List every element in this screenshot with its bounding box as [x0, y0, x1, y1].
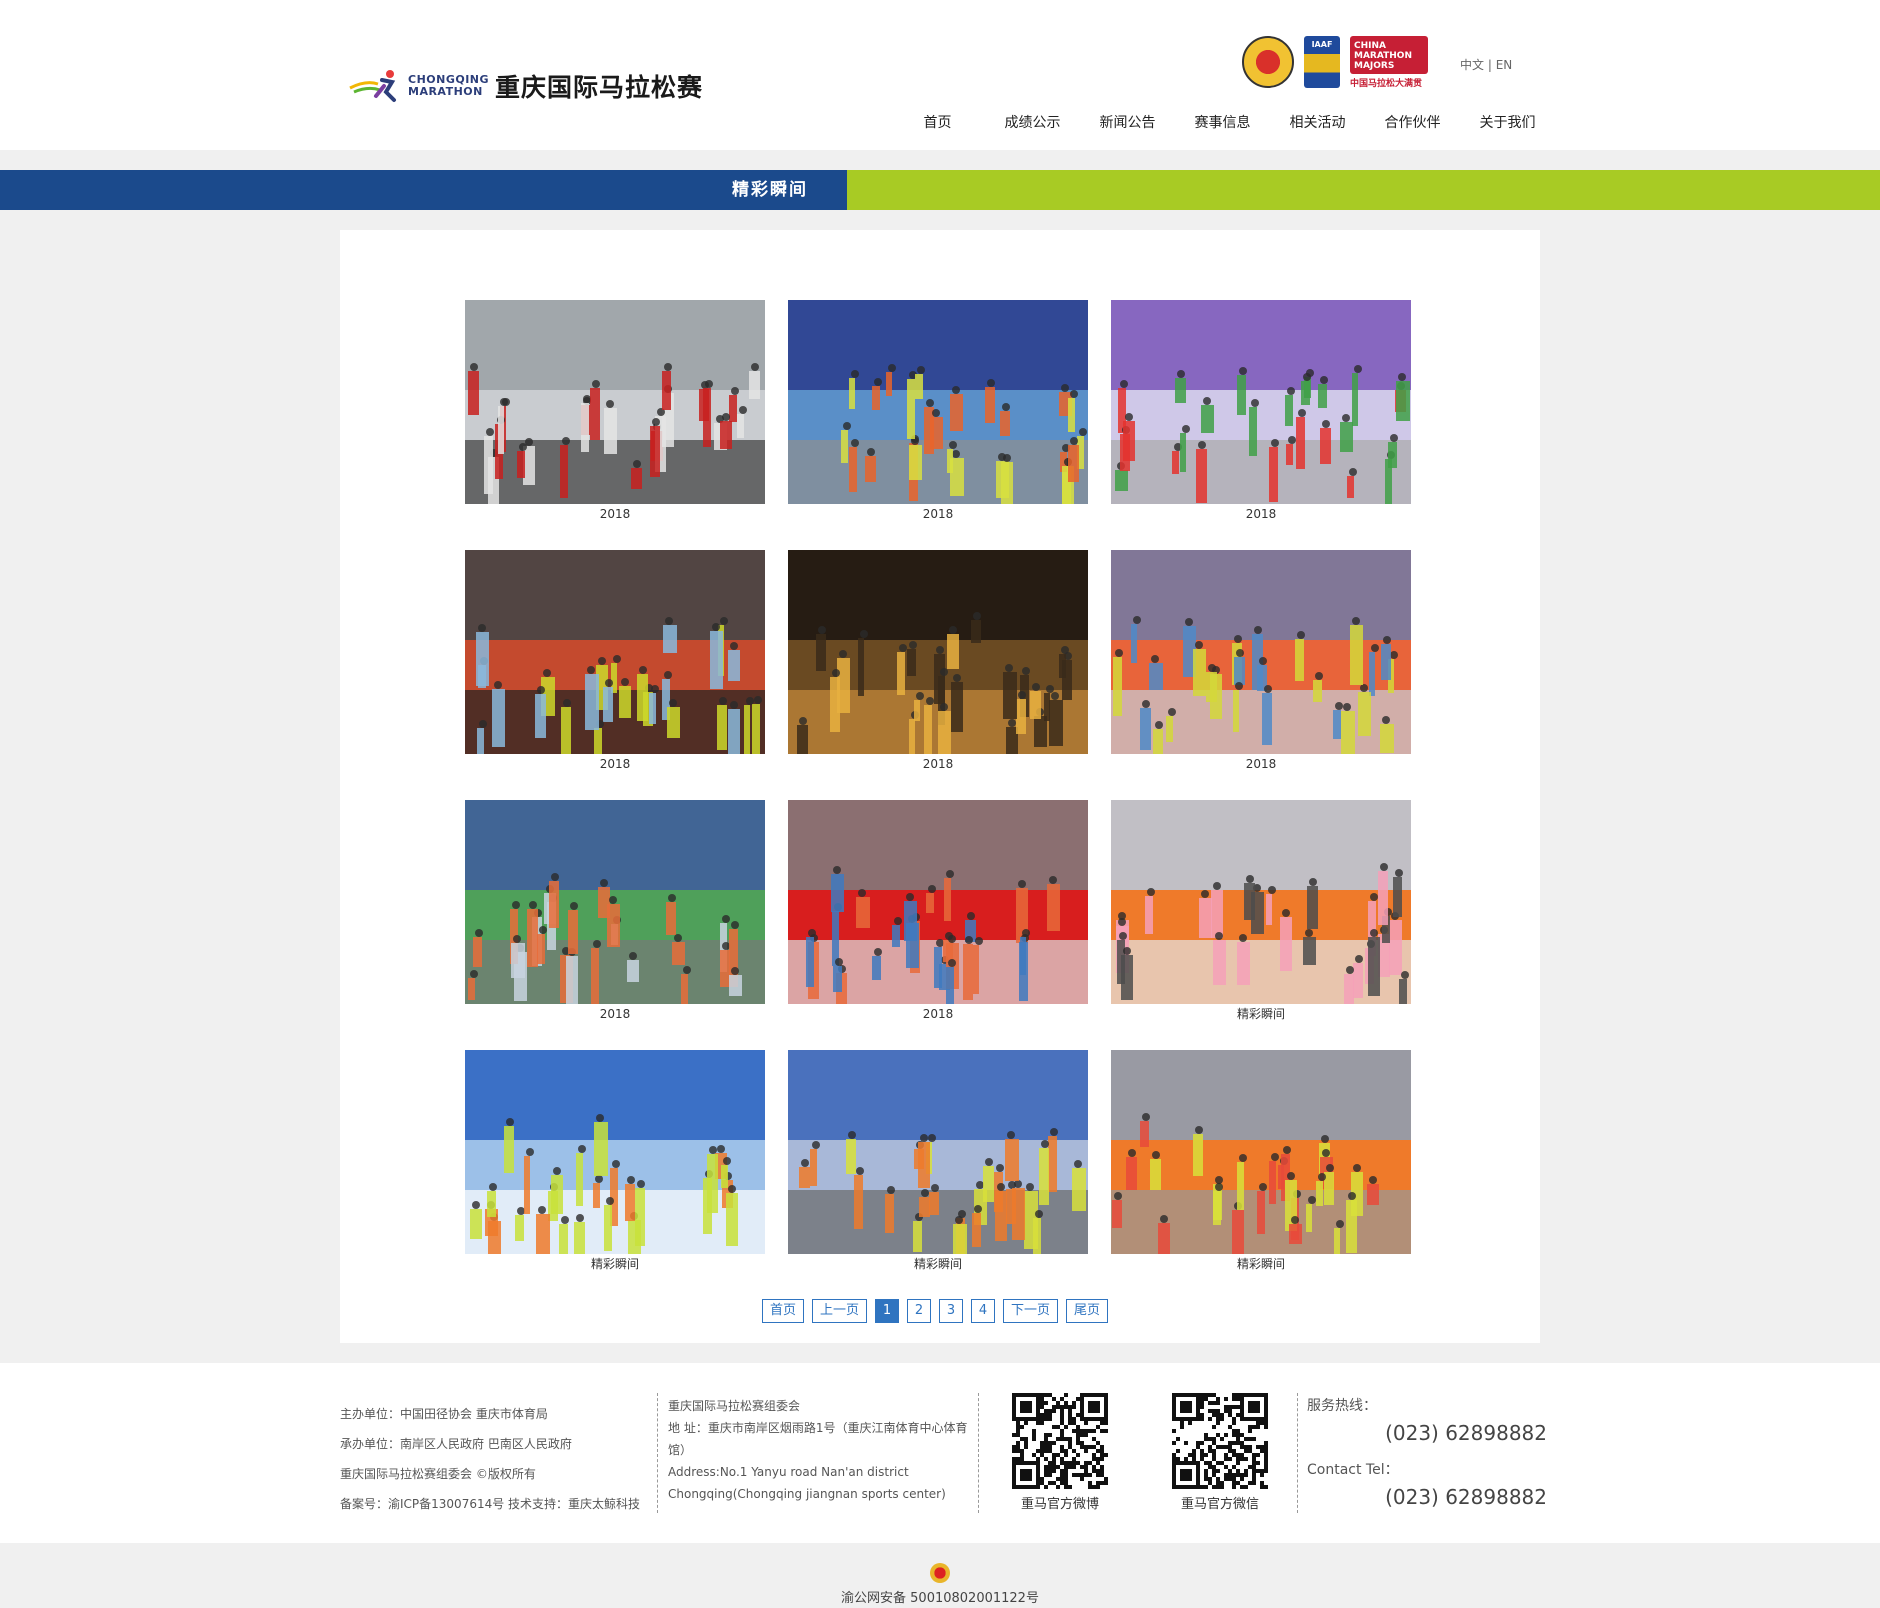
footer-address-cn: 地 址：重庆市南岸区烟雨路1号（重庆江南体育中心体育馆）: [668, 1421, 968, 1457]
nav-activities[interactable]: 相关活动: [1270, 112, 1365, 132]
footer-committee: 重庆国际马拉松赛组委会: [668, 1399, 801, 1413]
lang-en-link[interactable]: EN: [1496, 58, 1513, 72]
gallery-caption[interactable]: 2018: [1111, 506, 1411, 522]
china-marathon-majors-badge: CHINA MARATHON MAJORS 中国马拉松大满贯: [1350, 36, 1428, 89]
police-badge-icon: [930, 1563, 950, 1583]
footer-icp[interactable]: 备案号：渝ICP备13007614号 技术支持：重庆太鲸科技: [340, 1489, 640, 1519]
qr-weibo-label: 重马官方微博: [1020, 1497, 1099, 1512]
footer-divider: [657, 1393, 658, 1513]
gallery-caption[interactable]: 精彩瞬间: [1111, 1256, 1411, 1272]
gallery-caption[interactable]: 2018: [788, 506, 1088, 522]
pagination: 首页 上一页 1 2 3 4 下一页 尾页: [762, 1299, 1109, 1323]
gallery-caption[interactable]: 2018: [1111, 756, 1411, 772]
nav-about[interactable]: 关于我们: [1460, 112, 1555, 132]
gallery-item[interactable]: 2018: [788, 800, 1088, 1022]
site-logo[interactable]: CHONGQING MARATHON 重庆国际马拉松赛: [348, 66, 703, 106]
gallery-item[interactable]: 2018: [1111, 550, 1411, 772]
gallery-photo[interactable]: [788, 550, 1088, 754]
contact-label: Contact Tel：: [1307, 1462, 1399, 1478]
gallery-caption[interactable]: 精彩瞬间: [788, 1256, 1088, 1272]
nav-home[interactable]: 首页: [890, 112, 985, 132]
footer-undertaker: 承办单位：南岸区人民政府 巴南区人民政府: [340, 1437, 572, 1451]
gallery-photo[interactable]: [1111, 1050, 1411, 1254]
pager-next[interactable]: 下一页: [1003, 1299, 1059, 1323]
footer-organizers: 主办单位：中国田径协会 重庆市体育局 承办单位：南岸区人民政府 巴南区人民政府 …: [340, 1399, 640, 1519]
main-nav: 首页 成绩公示 新闻公告 赛事信息 相关活动 合作伙伴 关于我们: [890, 112, 1555, 132]
gallery-item[interactable]: 2018: [465, 550, 765, 772]
athletics-association-badge-icon: [1242, 36, 1294, 88]
public-security-record[interactable]: 渝公网安备 50010802001122号: [0, 1587, 1880, 1606]
iaaf-gold-label-badge: IAAF: [1304, 36, 1340, 88]
sponsor-badges: IAAF CHINA MARATHON MAJORS 中国马拉松大满贯: [1242, 36, 1428, 89]
nav-results[interactable]: 成绩公示: [985, 112, 1080, 132]
pager-first[interactable]: 首页: [762, 1299, 805, 1323]
gallery-caption[interactable]: 2018: [465, 506, 765, 522]
nav-news[interactable]: 新闻公告: [1080, 112, 1175, 132]
gallery-photo[interactable]: [465, 1050, 765, 1254]
hotline-label: 服务热线：: [1307, 1398, 1377, 1414]
footer-address: 重庆国际马拉松赛组委会 地 址：重庆市南岸区烟雨路1号（重庆江南体育中心体育馆）…: [668, 1395, 978, 1505]
gallery-item[interactable]: 精彩瞬间: [1111, 800, 1411, 1022]
footer-organizer: 主办单位：中国田径协会 重庆市体育局: [340, 1407, 548, 1421]
contact-number: (023) 62898882: [1385, 1485, 1547, 1509]
lang-separator: |: [1487, 58, 1492, 72]
footer-address-en2: Chongqing(Chongqing jiangnan sports cent…: [668, 1487, 946, 1501]
qr-code-icon: [1012, 1393, 1108, 1489]
gallery-photo[interactable]: [465, 800, 765, 1004]
site-footer: 主办单位：中国田径协会 重庆市体育局 承办单位：南岸区人民政府 巴南区人民政府 …: [0, 1363, 1880, 1543]
section-band: 精彩瞬间: [0, 170, 1880, 210]
pager-page-3[interactable]: 3: [939, 1299, 964, 1323]
gallery-panel: 2018 2018 2018 2018 2018 2018 2018 2018 精彩瞬间 精彩瞬间…: [340, 230, 1540, 1343]
footer-divider: [978, 1393, 979, 1513]
gallery-photo[interactable]: [788, 300, 1088, 504]
lang-cn-link[interactable]: 中文: [1460, 58, 1484, 72]
section-title: 精彩瞬间: [732, 180, 808, 200]
footer-divider: [1297, 1393, 1298, 1513]
gallery-photo[interactable]: [1111, 550, 1411, 754]
gallery-caption[interactable]: 精彩瞬间: [465, 1256, 765, 1272]
qr-code-icon: [1172, 1393, 1268, 1489]
nav-race-info[interactable]: 赛事信息: [1175, 112, 1270, 132]
pager-prev[interactable]: 上一页: [812, 1299, 868, 1323]
footer-address-en1: Address:No.1 Yanyu road Nan'an district: [668, 1465, 909, 1479]
gallery-item[interactable]: 2018: [465, 800, 765, 1022]
logo-chinese: 重庆国际马拉松赛: [495, 73, 704, 102]
gallery-photo[interactable]: [788, 800, 1088, 1004]
band-green-stripe: [847, 170, 1880, 210]
gallery-photo[interactable]: [1111, 800, 1411, 1004]
logo-english: CHONGQING MARATHON: [408, 73, 490, 98]
qr-weibo: 重马官方微博: [1012, 1393, 1108, 1512]
footer-copyright: 重庆国际马拉松赛组委会 ©版权所有: [340, 1467, 536, 1481]
gallery-caption[interactable]: 2018: [788, 756, 1088, 772]
gallery-photo[interactable]: [1111, 300, 1411, 504]
gallery-caption[interactable]: 2018: [465, 756, 765, 772]
gallery-item[interactable]: 精彩瞬间: [465, 1050, 765, 1272]
gallery-caption[interactable]: 精彩瞬间: [1111, 1006, 1411, 1022]
gallery-caption[interactable]: 2018: [465, 1006, 765, 1022]
gallery-item[interactable]: 2018: [788, 550, 1088, 772]
beian-bar: 渝公网安备 50010802001122号: [0, 1543, 1880, 1608]
gallery-item[interactable]: 2018: [788, 300, 1088, 522]
gallery-photo[interactable]: [465, 300, 765, 504]
qr-wechat-label: 重马官方微信: [1180, 1497, 1259, 1512]
gallery-item[interactable]: 精彩瞬间: [1111, 1050, 1411, 1272]
gallery-item[interactable]: 2018: [465, 300, 765, 522]
site-header: CHONGQING MARATHON 重庆国际马拉松赛 IAAF CHINA M…: [0, 0, 1880, 150]
pager-page-1[interactable]: 1: [875, 1299, 900, 1323]
qr-wechat: 重马官方微信: [1172, 1393, 1268, 1512]
gallery-photo[interactable]: [465, 550, 765, 754]
gallery-item[interactable]: 精彩瞬间: [788, 1050, 1088, 1272]
pager-page-2[interactable]: 2: [907, 1299, 932, 1323]
gallery-item[interactable]: 2018: [1111, 300, 1411, 522]
language-switcher: 中文 | EN: [1460, 56, 1512, 73]
gallery-caption[interactable]: 2018: [788, 1006, 1088, 1022]
runner-logo-icon: [348, 66, 404, 106]
hotline-number: (023) 62898882: [1385, 1421, 1547, 1445]
pager-last[interactable]: 尾页: [1066, 1299, 1109, 1323]
footer-contact: 服务热线： (023) 62898882 Contact Tel： (023) …: [1307, 1395, 1547, 1523]
gallery-photo[interactable]: [788, 1050, 1088, 1254]
nav-partners[interactable]: 合作伙伴: [1365, 112, 1460, 132]
pager-page-4[interactable]: 4: [971, 1299, 996, 1323]
